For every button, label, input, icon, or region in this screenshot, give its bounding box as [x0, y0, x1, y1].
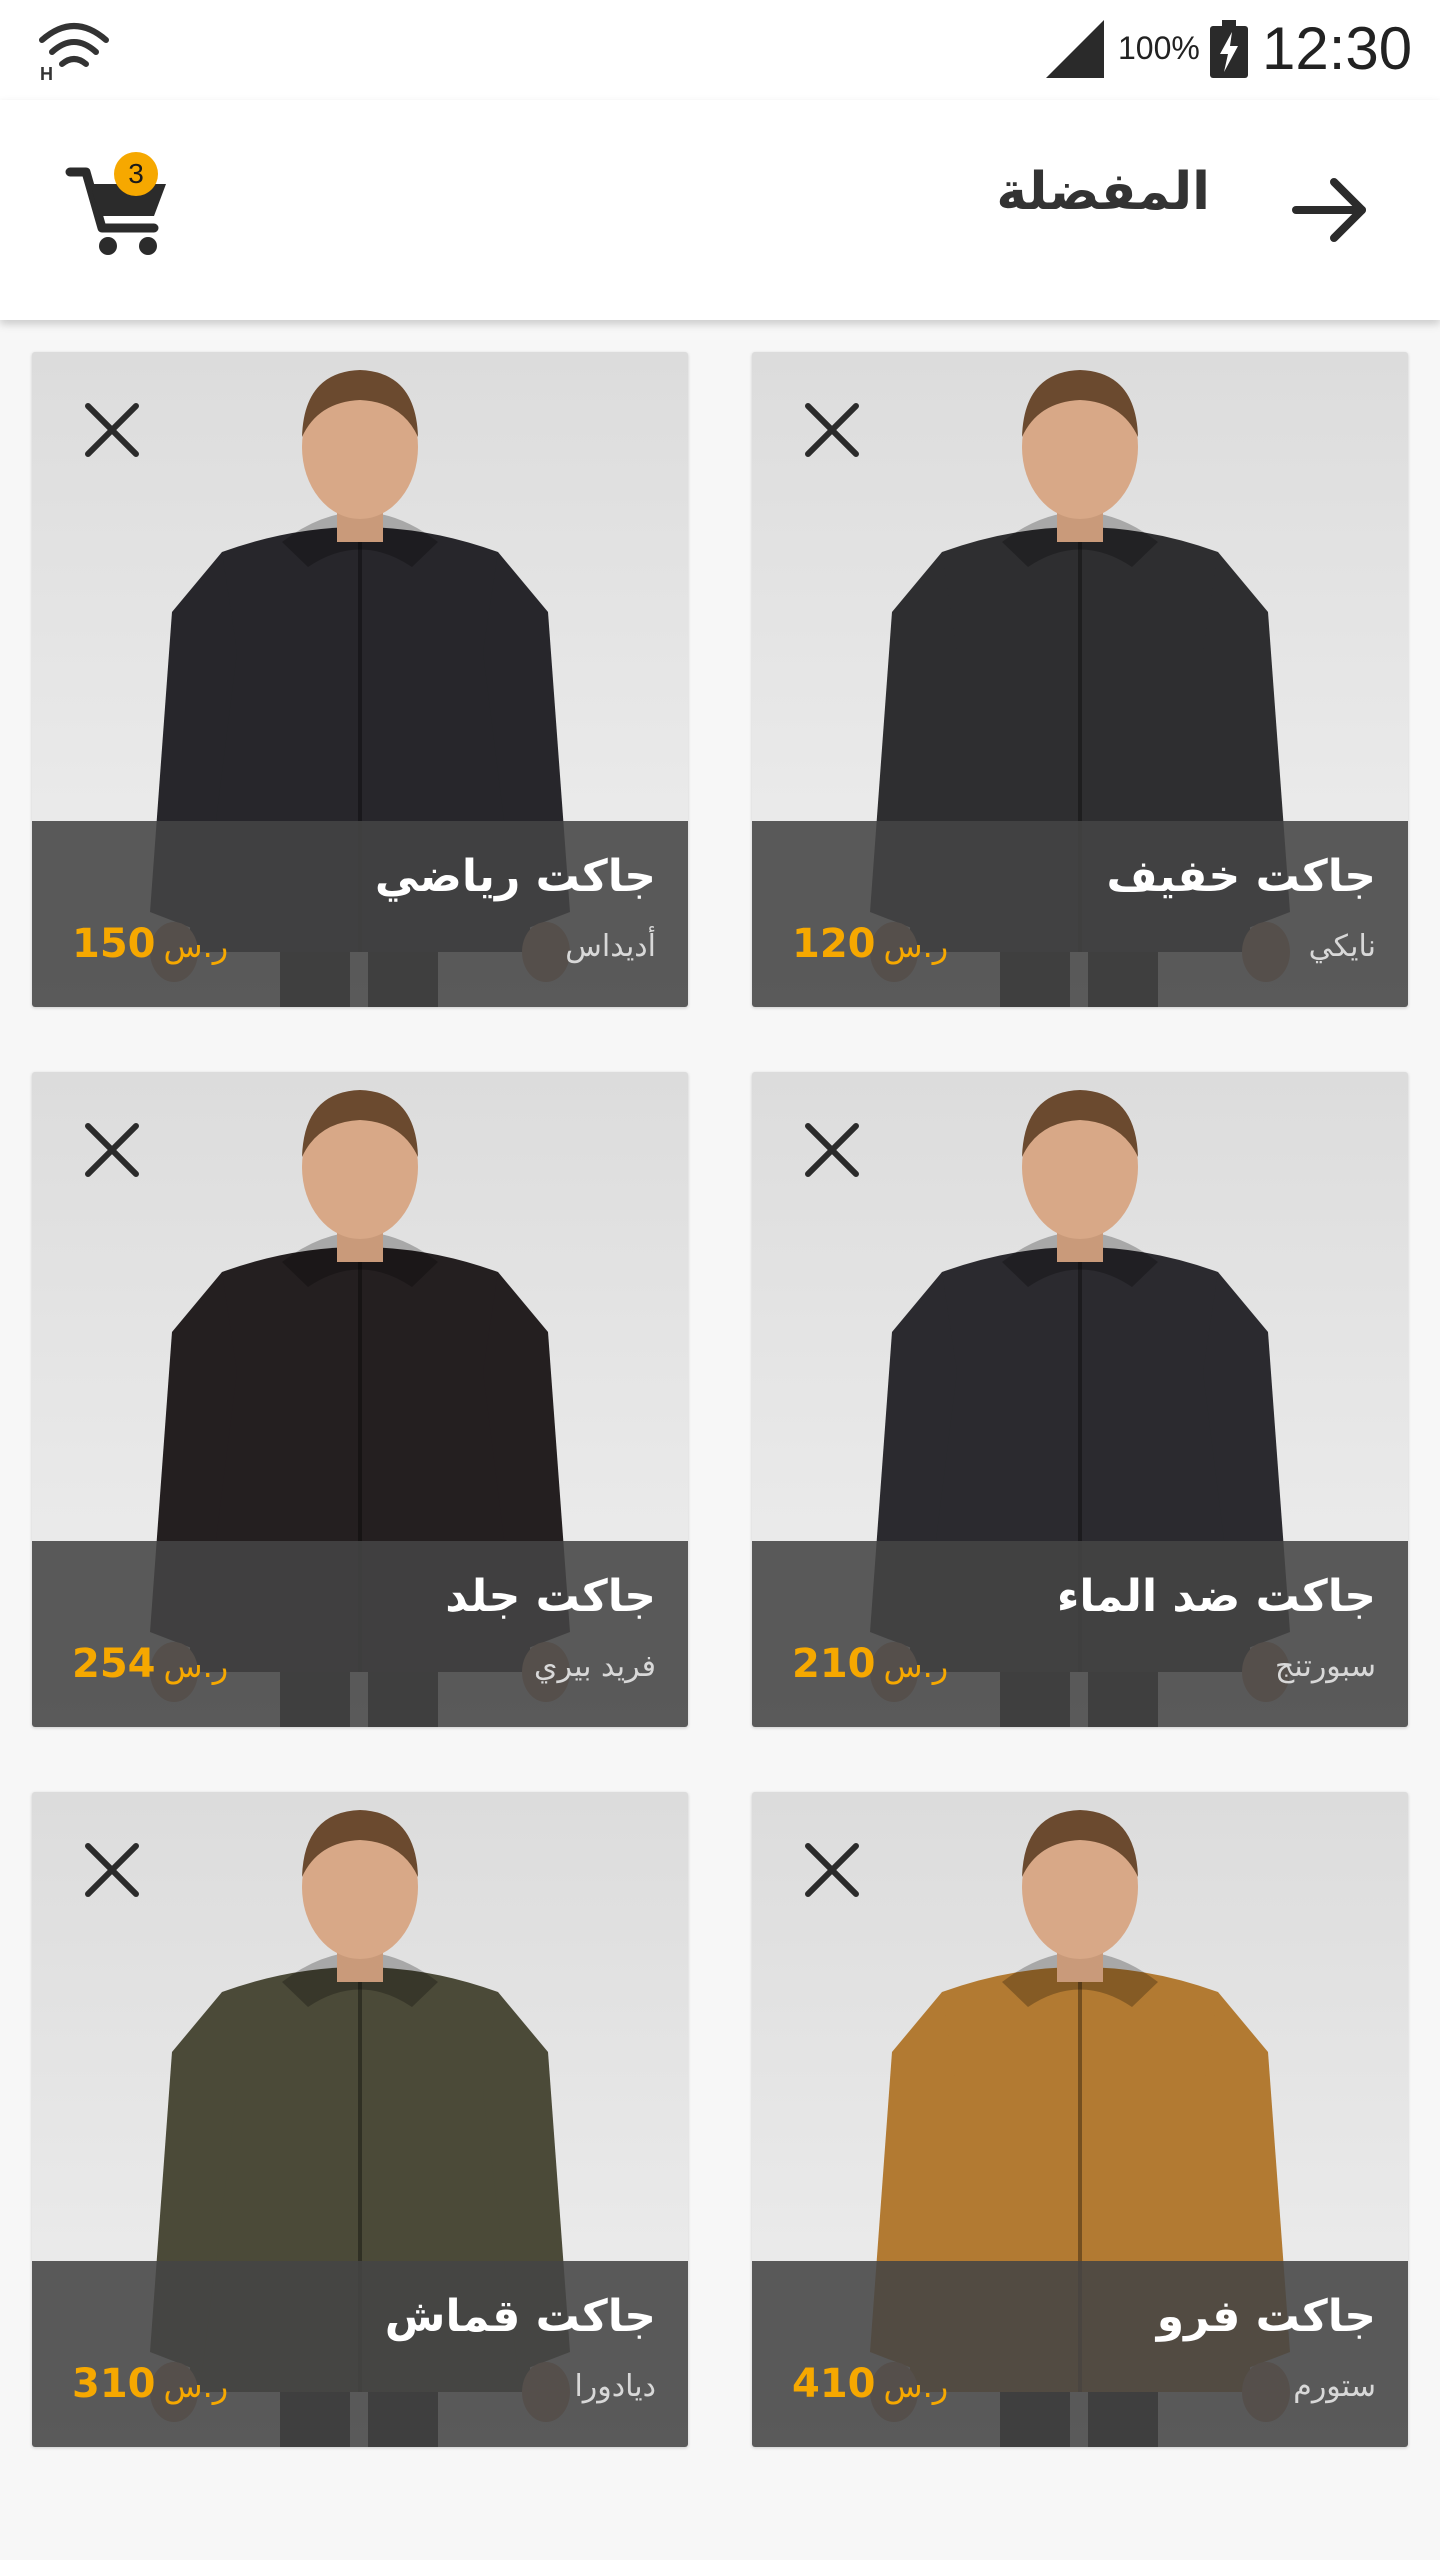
price-currency: ر.س: [163, 2367, 229, 2405]
price-value: 410: [792, 2361, 876, 2407]
product-price: 210 ر.س: [792, 1641, 948, 1687]
product-name: جاكت قماش: [384, 2291, 656, 2342]
product-info-overlay: جاكت جلد فريد بيري 254 ر.س: [32, 1541, 688, 1727]
remove-favorite-button[interactable]: [80, 398, 144, 462]
arrow-right-icon: [1292, 178, 1366, 242]
product-price: 254 ر.س: [72, 1641, 228, 1687]
product-name: جاكت فرو: [1156, 2291, 1376, 2342]
price-currency: ر.س: [883, 2367, 949, 2405]
remove-favorite-button[interactable]: [800, 1118, 864, 1182]
price-value: 254: [72, 1641, 156, 1687]
product-brand: ديادورا: [574, 2369, 656, 2404]
close-icon: [805, 1123, 859, 1177]
page-title: المفضلة: [996, 162, 1210, 222]
close-icon: [85, 1123, 139, 1177]
product-name: جاكت جلد: [445, 1571, 656, 1622]
close-icon: [805, 403, 859, 457]
back-button[interactable]: [1280, 160, 1380, 260]
product-brand: ستورم: [1293, 2369, 1376, 2404]
product-info-overlay: جاكت ضد الماء سبورتنج 210 ر.س: [752, 1541, 1408, 1727]
product-brand: سبورتنج: [1275, 1649, 1376, 1684]
price-value: 210: [792, 1641, 876, 1687]
product-price: 150 ر.س: [72, 921, 228, 967]
product-brand: نايكي: [1308, 929, 1376, 964]
favorites-grid: جاكت خفيف نايكي 120 ر.س جاكت رياضي أديداس 150 ر…: [0, 0, 1440, 2560]
product-card[interactable]: جاكت ضد الماء سبورتنج 210 ر.س: [752, 1072, 1408, 1727]
product-price: 310 ر.س: [72, 2361, 228, 2407]
product-info-overlay: جاكت خفيف نايكي 120 ر.س: [752, 821, 1408, 1007]
cart-count-badge: 3: [114, 152, 158, 196]
remove-favorite-button[interactable]: [800, 398, 864, 462]
price-currency: ر.س: [163, 1647, 229, 1685]
price-currency: ر.س: [883, 927, 949, 965]
price-value: 120: [792, 921, 876, 967]
product-brand: فريد بيري: [534, 1649, 656, 1684]
product-card[interactable]: جاكت قماش ديادورا 310 ر.س: [32, 1792, 688, 2447]
close-icon: [85, 1843, 139, 1897]
product-card[interactable]: جاكت جلد فريد بيري 254 ر.س: [32, 1072, 688, 1727]
product-price: 120 ر.س: [792, 921, 948, 967]
close-icon: [805, 1843, 859, 1897]
price-value: 310: [72, 2361, 156, 2407]
product-name: جاكت ضد الماء: [1056, 1571, 1376, 1622]
product-card[interactable]: جاكت خفيف نايكي 120 ر.س: [752, 352, 1408, 1007]
product-name: جاكت خفيف: [1106, 851, 1376, 902]
close-icon: [85, 403, 139, 457]
price-currency: ر.س: [883, 1647, 949, 1685]
remove-favorite-button[interactable]: [80, 1118, 144, 1182]
remove-favorite-button[interactable]: [80, 1838, 144, 1902]
price-value: 150: [72, 921, 156, 967]
remove-favorite-button[interactable]: [800, 1838, 864, 1902]
product-info-overlay: جاكت قماش ديادورا 310 ر.س: [32, 2261, 688, 2447]
product-info-overlay: جاكت فرو ستورم 410 ر.س: [752, 2261, 1408, 2447]
product-price: 410 ر.س: [792, 2361, 948, 2407]
product-brand: أديداس: [565, 929, 656, 964]
product-info-overlay: جاكت رياضي أديداس 150 ر.س: [32, 821, 688, 1007]
app-bar: 3 المفضلة: [0, 100, 1440, 320]
price-currency: ر.س: [163, 927, 229, 965]
product-card[interactable]: جاكت فرو ستورم 410 ر.س: [752, 1792, 1408, 2447]
product-card[interactable]: جاكت رياضي أديداس 150 ر.س: [32, 352, 688, 1007]
product-name: جاكت رياضي: [374, 851, 656, 902]
